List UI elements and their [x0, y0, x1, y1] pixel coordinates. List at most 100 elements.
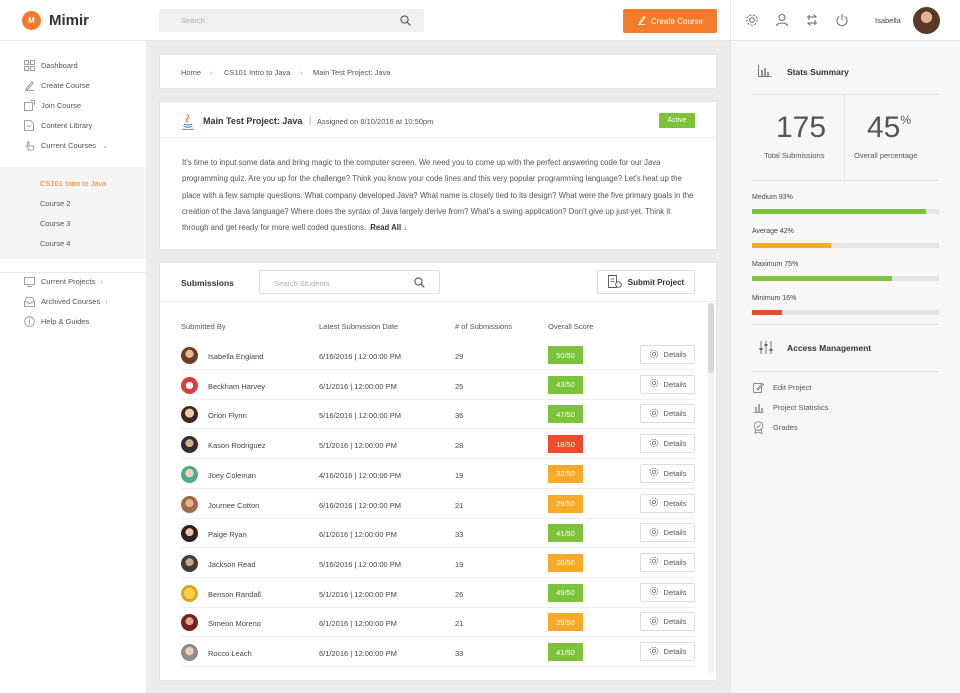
table-row[interactable]: Paige Ryan 6/1/2016 | 12:00:00 PM 33 41/50 D…: [181, 519, 695, 549]
student-search-input[interactable]: Search Students: [259, 270, 440, 294]
info-icon: [23, 316, 35, 327]
details-button[interactable]: Details: [640, 404, 695, 424]
details-button[interactable]: Details: [640, 493, 695, 513]
course-item-course-3[interactable]: Course 3: [40, 219, 70, 228]
student-name[interactable]: Jackson Read: [208, 560, 256, 569]
access-management-title: Access Management: [787, 343, 872, 353]
user-avatar[interactable]: [913, 7, 940, 34]
student-avatar: [181, 436, 198, 454]
student-name[interactable]: Kason Rodriguez: [208, 441, 266, 450]
join-icon: [23, 100, 35, 111]
submit-project-button[interactable]: Submit Project: [597, 270, 695, 294]
user-icon[interactable]: [775, 13, 789, 29]
details-button[interactable]: Details: [640, 642, 695, 661]
student-name[interactable]: Rocco Leach: [208, 649, 252, 658]
table-row[interactable]: Orion Flynn 5/16/2016 | 12:00:00 PM 36 47/5…: [181, 400, 695, 430]
score-badge: 29/50: [548, 613, 583, 632]
table-row[interactable]: Benson Randall 5/1/2016 | 12:00:00 PM 26 49…: [181, 579, 695, 608]
search-icon[interactable]: [414, 277, 425, 290]
sidebar-item-content-library[interactable]: Content Library: [23, 120, 92, 131]
course-item-course-4[interactable]: Course 4: [40, 239, 70, 248]
project-header: Main Test Project: Java | Assigned on 8/…: [160, 102, 716, 138]
table-row[interactable]: Journee Cotton 6/16/2016 | 12:00:00 PM 21 2…: [181, 490, 695, 519]
details-button[interactable]: Details: [640, 523, 695, 543]
submission-date: 6/1/2016 | 12:00:00 PM: [319, 649, 397, 658]
column-header-submitted-by[interactable]: Submitted By: [181, 322, 226, 331]
stat-bar-label: Maximum 75%: [752, 261, 799, 268]
sidebar-item-join-course[interactable]: Join Course: [23, 100, 81, 111]
student-avatar: [181, 465, 198, 483]
username-label[interactable]: Isabella: [875, 16, 901, 25]
column-header-overall-score[interactable]: Overall Score: [548, 322, 593, 331]
scrollbar-thumb[interactable]: [708, 303, 714, 373]
sidebar-item-create-course[interactable]: Create Course: [23, 80, 90, 91]
submission-count: 21: [455, 619, 464, 629]
sidebar-item-current-projects[interactable]: Current Projects ›: [23, 276, 103, 287]
student-name[interactable]: Isabella England: [208, 352, 263, 361]
gear-icon[interactable]: [745, 13, 759, 29]
submission-count: 33: [455, 649, 464, 658]
project-card: Main Test Project: Java | Assigned on 8/…: [159, 101, 717, 250]
details-label: Details: [663, 468, 687, 478]
score-badge: 49/50: [548, 583, 583, 602]
create-course-button[interactable]: Create Course: [623, 9, 717, 33]
column-header-submissions[interactable]: # of Submissions: [455, 322, 512, 331]
details-button[interactable]: Details: [640, 612, 695, 632]
student-name[interactable]: Paige Ryan: [208, 530, 247, 539]
submission-count: 19: [455, 559, 464, 569]
student-name[interactable]: Simeon Moreno: [208, 619, 261, 628]
details-button[interactable]: Details: [640, 463, 695, 483]
gear-icon: [649, 349, 659, 361]
total-submissions-label: Total Submissions: [764, 151, 825, 160]
breadcrumb: Home › CS101 Intro to Java › Main Test P…: [159, 54, 717, 89]
details-button[interactable]: Details: [640, 582, 695, 602]
stat-bar-track: [752, 309, 939, 315]
course-item-cs101[interactable]: CS101 Intro to Java: [40, 179, 106, 188]
sidebar-item-current-courses[interactable]: Current Courses ⌄: [23, 140, 108, 151]
student-name[interactable]: Beckham Harvey: [208, 382, 265, 391]
submissions-scrollbar[interactable]: [708, 303, 714, 673]
table-row[interactable]: Jackson Read 5/16/2016 | 12:00:00 PM 19 26/…: [181, 549, 695, 578]
submissions-card: Submissions Search Students Submit Proje…: [159, 262, 717, 681]
student-search-placeholder: Search Students: [274, 279, 330, 288]
student-name[interactable]: Orion Flynn: [208, 411, 247, 420]
table-row[interactable]: Kason Rodriguez 5/1/2016 | 12:00:00 PM 28 1…: [181, 430, 695, 460]
details-label: Details: [663, 498, 687, 508]
student-name[interactable]: Journee Cotton: [208, 501, 259, 510]
stats-vertical-divider: [844, 95, 845, 179]
table-row[interactable]: Joey Coleman 4/16/2016 | 12:00:00 PM 19 32/…: [181, 460, 695, 489]
details-button[interactable]: Details: [640, 434, 695, 454]
read-all-link[interactable]: Read All ↓: [370, 223, 407, 232]
column-header-latest-date[interactable]: Latest Submission Date: [319, 322, 398, 331]
table-row[interactable]: Isabella England 6/16/2016 | 12:00:00 PM 2…: [181, 341, 695, 370]
status-badge: Active: [659, 113, 695, 128]
submission-date: 5/16/2016 | 12:00:00 PM: [319, 411, 402, 421]
gear-icon: [649, 467, 659, 479]
details-button[interactable]: Details: [640, 374, 695, 394]
submission-count: 26: [455, 589, 464, 599]
app-logo[interactable]: M Mimir: [22, 11, 89, 30]
table-row[interactable]: Simeon Moreno 6/1/2016 | 12:00:00 PM 21 29/…: [181, 608, 695, 638]
power-icon[interactable]: [835, 13, 849, 29]
sidebar-item-help-guides[interactable]: Help & Guides: [23, 316, 89, 327]
table-row[interactable]: Rocco Leach 6/1/2016 | 12:00:00 PM 33 41/50…: [181, 638, 695, 667]
search-icon[interactable]: [400, 15, 411, 28]
sidebar-item-archived-courses[interactable]: Archived Courses ›: [23, 296, 108, 307]
edit-project-link[interactable]: Edit Project: [773, 383, 811, 392]
grades-link[interactable]: Grades: [773, 423, 798, 432]
chevron-down-icon: ⌄: [102, 141, 109, 150]
breadcrumb-course[interactable]: CS101 Intro to Java: [224, 68, 290, 77]
student-name[interactable]: Benson Randall: [208, 590, 261, 599]
details-button[interactable]: Details: [640, 552, 695, 572]
student-name[interactable]: Joey Coleman: [208, 471, 256, 480]
table-row[interactable]: Beckham Harvey 6/1/2016 | 12:00:00 PM 25 43…: [181, 371, 695, 400]
course-item-course-2[interactable]: Course 2: [40, 199, 70, 208]
details-label: Details: [663, 409, 687, 419]
project-statistics-link[interactable]: Project Statistics: [773, 403, 828, 412]
swap-icon[interactable]: [805, 13, 819, 29]
details-button[interactable]: Details: [640, 345, 695, 364]
global-search-input[interactable]: Search: [159, 9, 424, 32]
breadcrumb-home[interactable]: Home: [181, 68, 201, 77]
sidebar-item-dashboard[interactable]: Dashboard: [23, 60, 78, 71]
score-badge: 41/50: [548, 524, 583, 543]
